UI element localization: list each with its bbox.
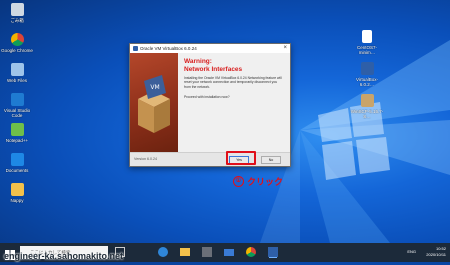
recycle-bin-icon (10, 3, 24, 16)
system-tray[interactable]: ENG 10:52 2020/10/11 (407, 246, 446, 257)
desktop-icon-label: CentOS7-minim… (356, 45, 377, 55)
warning-heading-line1: Warning: (184, 58, 212, 65)
cardboard-box-icon: VM (138, 75, 170, 133)
folder-icon (10, 63, 24, 76)
desktop-icon-label: Nappy (10, 198, 24, 203)
close-icon[interactable]: × (283, 45, 287, 51)
desktop-icon-label: Visual Studio Code (3, 108, 31, 118)
vscode-icon (10, 93, 24, 106)
clock-date: 2020/10/11 (426, 251, 446, 257)
no-button[interactable]: No (261, 156, 281, 164)
desktop-icon-label: Google Chrome (1, 48, 33, 53)
desktop-icon-notepad-plus[interactable]: Notepad++ (0, 123, 34, 143)
installer-box-icon (360, 94, 374, 107)
desktop-icon-vscode[interactable]: Visual Studio Code (0, 93, 34, 118)
chrome-icon (10, 33, 24, 46)
virtualbox-warning-dialog: Oracle VM VirtualBox 6.0.24 × VM Warning… (129, 43, 291, 167)
desktop-icon-label: ごみ箱 (10, 18, 24, 23)
install-prompt: Proceed with installation now? (184, 95, 230, 100)
folder-icon (10, 183, 24, 196)
dialog-button-bar: Version 6.0.24 Yes No (130, 152, 290, 166)
folder-icon (10, 153, 24, 166)
warning-heading: Warning: Network Interfaces (184, 58, 284, 73)
dialog-titlebar: Oracle VM VirtualBox 6.0.24 × (130, 44, 290, 53)
virtualbox-taskbar-icon[interactable] (268, 247, 278, 257)
desktop-icon-label: WinSCP-5.15.7-S… (350, 109, 384, 119)
desktop-icon-label: Web Files (7, 78, 27, 83)
dialog-title: Oracle VM VirtualBox 6.0.24 (140, 46, 197, 51)
desktop-icon-centos-iso[interactable]: CentOS7-minim… (350, 30, 384, 55)
desktop-icon-nappy[interactable]: Nappy (0, 183, 34, 203)
desktop-icon-label: VirtualBox-6.0.2… (356, 77, 378, 87)
callout-number: ① (233, 176, 244, 187)
yes-button-highlight (226, 151, 256, 165)
virtualbox-icon (133, 46, 138, 51)
file-explorer-icon[interactable] (180, 248, 190, 256)
site-watermark: engineer-ka.sahomakito.net (4, 251, 124, 261)
desktop-icon-chrome[interactable]: Google Chrome (0, 33, 34, 53)
file-icon (362, 30, 372, 43)
desktop-icon-web-files[interactable]: Web Files (0, 63, 34, 83)
dialog-content: Warning: Network Interfaces Installing t… (184, 58, 284, 99)
desktop-icon-label: Documents (5, 168, 29, 173)
callout-text: クリック (247, 177, 284, 187)
store-icon[interactable] (202, 247, 212, 257)
notepad-plus-icon (10, 123, 24, 136)
edge-icon[interactable] (158, 247, 168, 257)
warning-heading-line2: Network Interfaces (184, 65, 243, 73)
chrome-taskbar-icon[interactable] (246, 247, 256, 257)
virtualbox-icon (360, 62, 374, 75)
desktop-icon-documents[interactable]: Documents (0, 153, 34, 173)
mail-icon[interactable] (224, 249, 234, 256)
version-label: Version 6.0.24 (134, 157, 157, 161)
ime-indicator[interactable]: ENG (407, 249, 416, 255)
svg-text:VM: VM (150, 84, 159, 91)
desktop-icon-label: Notepad++ (5, 138, 29, 143)
installer-box-art: VM (130, 53, 178, 153)
warning-body: Installing the Oracle VM VirtualBox 6.0.… (184, 76, 282, 89)
desktop-icon-winscp-installer[interactable]: WinSCP-5.15.7-S… (350, 94, 384, 119)
desktop-icon-recycle-bin[interactable]: ごみ箱 (0, 3, 34, 23)
click-callout: ① クリック (233, 175, 283, 188)
desktop-icon-virtualbox-installer[interactable]: VirtualBox-6.0.2… (350, 62, 384, 87)
